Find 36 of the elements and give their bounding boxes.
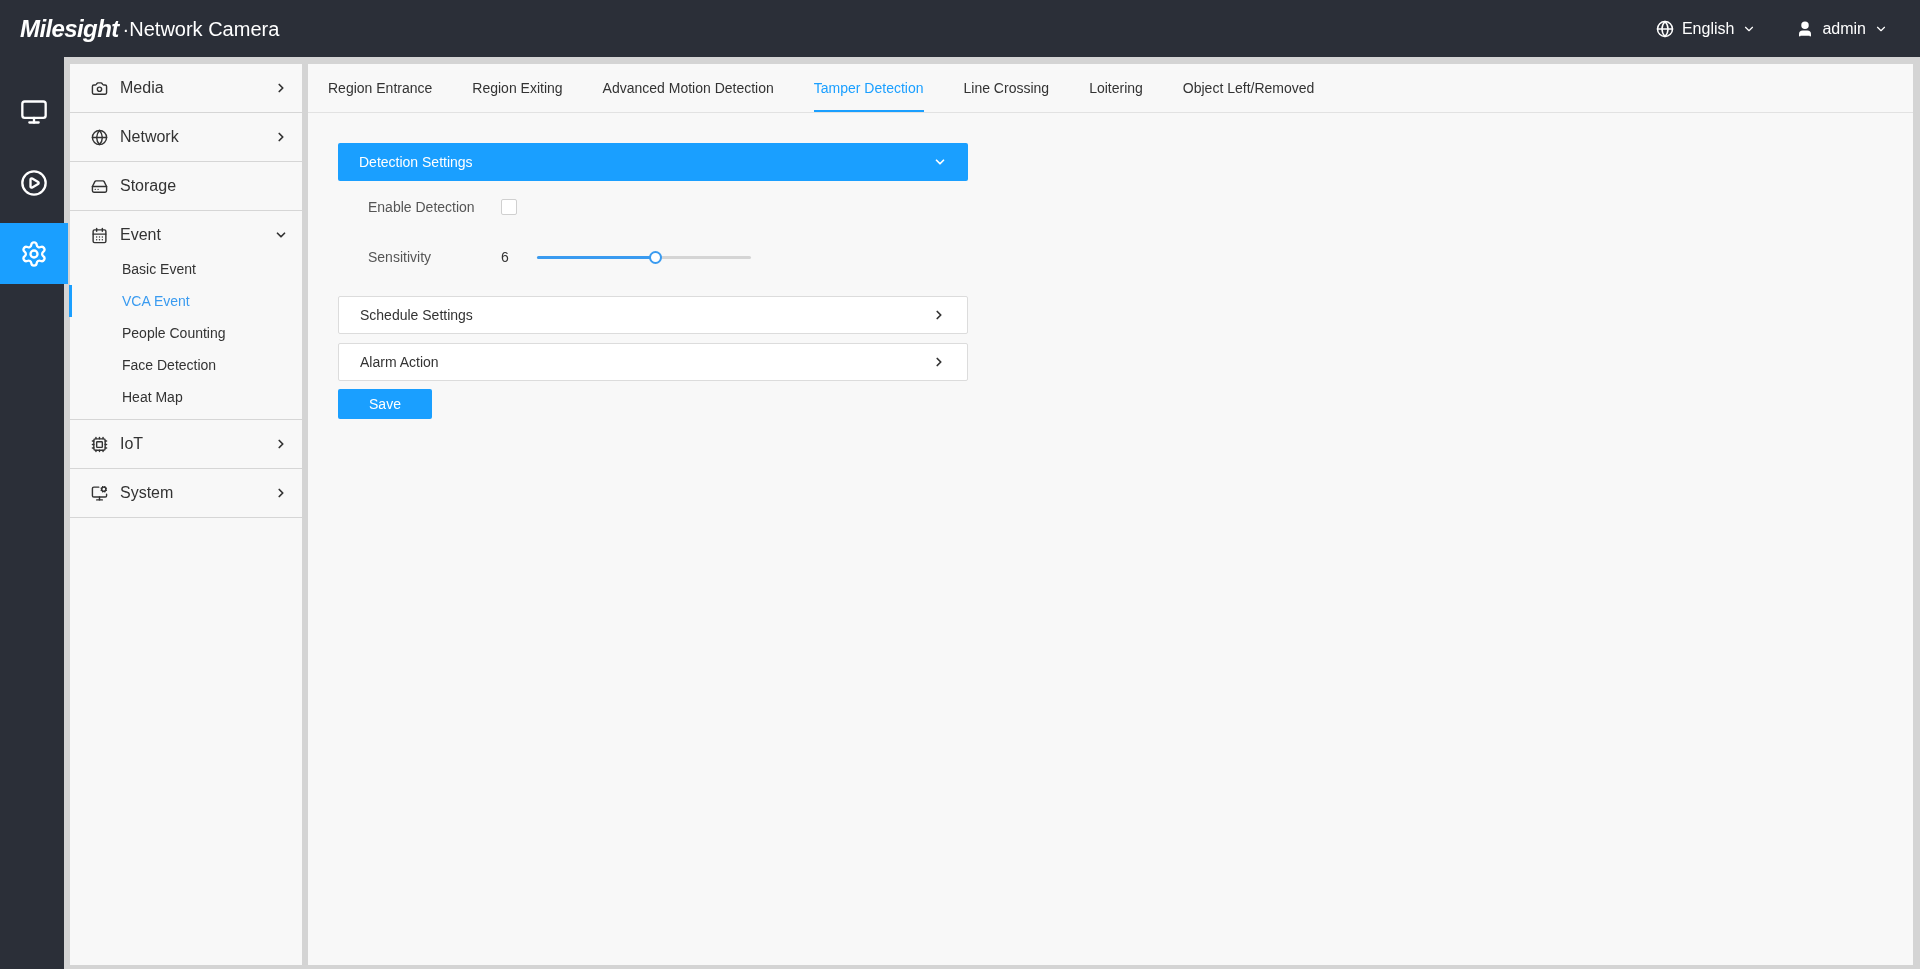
checkbox[interactable] [501, 199, 517, 215]
tab[interactable]: Region Exiting [472, 64, 563, 112]
tab[interactable]: Advanced Motion Detection [602, 64, 774, 112]
slider[interactable] [537, 250, 751, 264]
tab[interactable]: Region Entrance [328, 64, 433, 112]
tab[interactable]: Loitering [1089, 64, 1143, 112]
monitor-icon [20, 97, 48, 126]
menu-icon [91, 79, 108, 97]
tab[interactable]: Line Crossing [963, 64, 1050, 112]
menu-item[interactable]: Storage [70, 162, 302, 210]
language-menu[interactable]: English [1655, 16, 1757, 41]
section-header[interactable]: Schedule Settings [338, 296, 968, 334]
slider-value: 6 [501, 247, 510, 267]
product-title: ·Network Camera [122, 16, 280, 42]
logo: Milesight [20, 13, 119, 44]
menu-icon [91, 484, 108, 502]
tab[interactable]: Object Left/Removed [1182, 64, 1315, 112]
section-header[interactable]: Alarm Action [338, 343, 968, 381]
menu-item[interactable]: IoT [70, 420, 302, 468]
globe-icon [1655, 19, 1674, 38]
field-label: Sensitivity [368, 247, 433, 267]
submenu-item[interactable]: Heat Map [69, 381, 301, 413]
user-menu[interactable]: admin [1796, 16, 1888, 41]
menu-icon [91, 226, 108, 244]
submenu-item[interactable]: People Counting [69, 317, 301, 349]
menu-item[interactable]: System [70, 469, 302, 517]
menu-icon [91, 177, 108, 195]
submenu-item[interactable]: Face Detection [69, 349, 301, 381]
menu-icon [91, 128, 108, 146]
settings-icon [20, 239, 48, 268]
play-icon [20, 168, 48, 197]
slider-thumb[interactable] [648, 250, 662, 264]
menu-icon [91, 435, 108, 453]
menu-item[interactable]: Media [70, 64, 302, 112]
menu-item[interactable]: Network [70, 113, 302, 161]
field-label: Enable Detection [368, 197, 476, 217]
